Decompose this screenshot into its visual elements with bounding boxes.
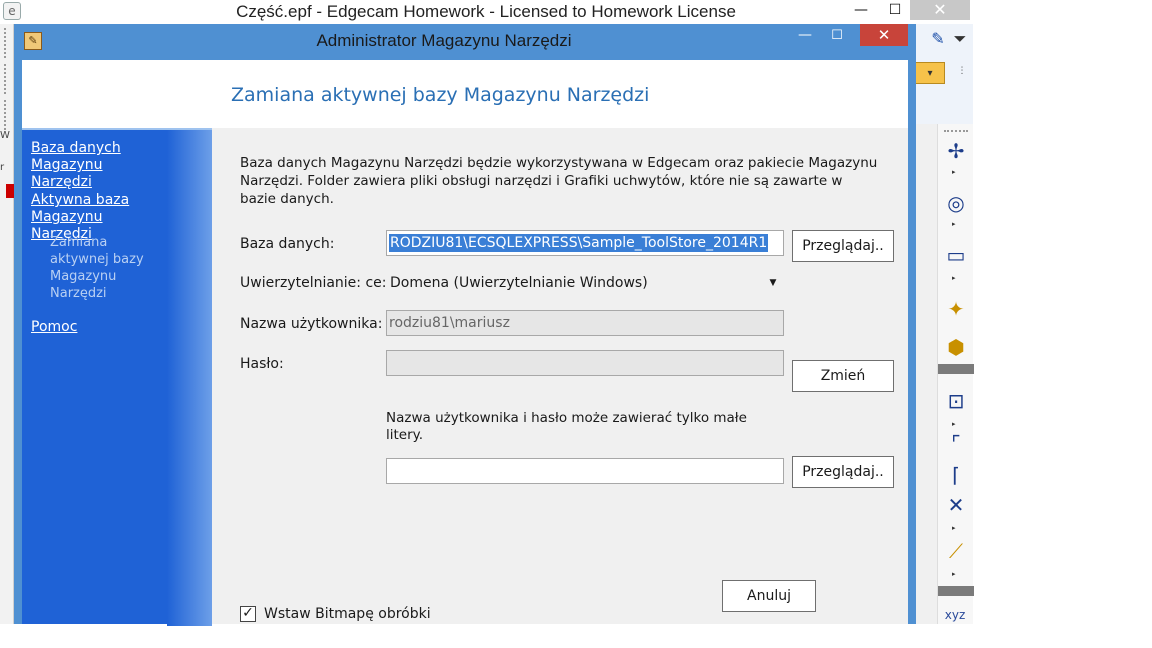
- trim-cross-tool-icon[interactable]: ✕: [942, 492, 970, 518]
- edgecam-close-button[interactable]: ✕: [910, 0, 970, 20]
- expand-arrow-icon[interactable]: ▸: [952, 420, 960, 428]
- panel-tab-label[interactable]: W: [0, 130, 10, 146]
- edgecam-maximize-button[interactable]: ☐: [880, 0, 910, 20]
- sidebar-link-help[interactable]: Pomoc: [31, 319, 77, 336]
- circle-tool-icon[interactable]: ◎: [942, 190, 970, 216]
- toolbar-band[interactable]: [938, 364, 974, 374]
- toolbar-separator: [944, 130, 968, 132]
- dialog-frame-left: [14, 60, 22, 624]
- edgecam-title-bar: e Część.epf - Edgecam Homework - License…: [0, 0, 972, 24]
- expand-arrow-icon[interactable]: ▸: [952, 524, 960, 532]
- rectangle-tool-icon[interactable]: ▭: [942, 242, 970, 268]
- sidebar-link-database[interactable]: Baza danych Magazynu Narzędzi: [31, 140, 161, 191]
- vertical-cad-toolbar: ✢ ▸ ◎ ▸ ▭ ▸ ✦ ⬢ ⊡ ▸ ⌜ ⌈ ✕ ▸ ⟋ ▸: [937, 124, 974, 624]
- point-tool-icon[interactable]: ✦: [942, 296, 970, 322]
- move-cross-tool-icon[interactable]: ✢: [942, 138, 970, 164]
- expand-arrow-icon[interactable]: ▸: [952, 274, 960, 282]
- dialog-minimize-button[interactable]: —: [792, 28, 818, 46]
- insert-bitmap-checkbox[interactable]: ✓: [240, 606, 256, 622]
- navigation-sidebar: Baza danych Magazynu Narzędzi Aktywna ba…: [22, 128, 212, 626]
- fillet-box-tool-icon[interactable]: ⊡: [942, 388, 970, 414]
- dropdown-button[interactable]: ▾: [915, 62, 945, 84]
- dialog-title: Administrator Magazynu Narzędzi: [316, 31, 572, 50]
- tool-store-administrator-dialog: ✎ Administrator Magazynu Narzędzi — ☐ ✕ …: [14, 24, 916, 626]
- expand-arrow-icon[interactable]: ▸: [952, 220, 960, 228]
- edit-pencil-icon[interactable]: ✎: [927, 28, 949, 50]
- authentication-label: Uwierzytelnianie: ce:: [240, 275, 387, 291]
- arc-corner-tool-icon[interactable]: ⌜: [942, 430, 970, 456]
- toolbar-band[interactable]: [938, 586, 974, 596]
- database-label: Baza danych:: [240, 236, 335, 252]
- toolbar-grip[interactable]: [4, 100, 6, 130]
- authentication-value: Domena (Uwierzytelnianie Windows): [390, 275, 648, 291]
- expand-arrow-icon[interactable]: ▸: [952, 570, 960, 578]
- chamfer-tool-icon[interactable]: ⌈: [942, 462, 970, 488]
- folder-input[interactable]: [386, 458, 784, 484]
- cancel-button[interactable]: Anuluj: [722, 580, 816, 612]
- edgecam-left-toolbar: W r: [0, 24, 14, 624]
- browse-database-button[interactable]: Przeglądaj..: [792, 230, 894, 262]
- dialog-maximize-button[interactable]: ☐: [824, 28, 850, 46]
- dialog-title-bar: ✎ Administrator Magazynu Narzędzi — ☐ ✕: [14, 24, 916, 60]
- username-input[interactable]: rodziu81\mariusz: [386, 310, 784, 336]
- database-value: RODZIU81\ECSQLEXPRESS\Sample_ToolStore_2…: [389, 234, 769, 252]
- password-input[interactable]: [386, 350, 784, 376]
- page-header: Zamiana aktywnej bazy Magazynu Narzędzi: [22, 60, 908, 128]
- dialog-close-button[interactable]: ✕: [860, 24, 908, 46]
- expand-arrow-icon[interactable]: ▸: [952, 168, 960, 176]
- toolbar-grip[interactable]: [4, 28, 6, 58]
- description-text: Baza danych Magazynu Narzędzi będzie wyk…: [240, 155, 878, 207]
- sidebar-current-step: Zamiana aktywnej bazy Magazynu Narzędzi: [50, 235, 144, 301]
- sidebar-gradient: [167, 130, 212, 626]
- insert-bitmap-label[interactable]: Wstaw Bitmapę obróbki: [264, 606, 431, 622]
- edit-line-tool-icon[interactable]: ⟋: [942, 538, 970, 564]
- username-label: Nazwa użytkownika:: [240, 316, 383, 332]
- authentication-select[interactable]: Domena (Uwierzytelnianie Windows) ▼: [386, 270, 784, 296]
- funnel-filter-icon[interactable]: ⏷: [949, 28, 971, 50]
- toolbar-grip[interactable]: [4, 64, 6, 94]
- edgecam-window-title: Część.epf - Edgecam Homework - Licensed …: [236, 2, 736, 21]
- browse-folder-button[interactable]: Przeglądaj..: [792, 456, 894, 488]
- chevron-down-icon[interactable]: ▼: [762, 270, 784, 296]
- xyz-coordinate-label[interactable]: xyz: [937, 608, 973, 624]
- error-marker-icon: [6, 184, 14, 198]
- main-content: Baza danych Magazynu Narzędzi będzie wyk…: [212, 128, 908, 624]
- edgecam-right-toolbar: ✎ ⏷ ▾ ⋮ ✢ ▸ ◎ ▸ ▭ ▸ ✦ ⬢ ⊡ ▸ ⌜ ⌈ ✕ ▸ ⟋ ▸ …: [910, 24, 974, 624]
- dialog-frame-right: [908, 60, 916, 624]
- username-password-note: Nazwa użytkownika i hasło może zawierać …: [386, 410, 747, 443]
- edgecam-minimize-button[interactable]: —: [846, 0, 876, 20]
- page-title: Zamiana aktywnej bazy Magazynu Narzędzi: [231, 84, 650, 106]
- toolbar-area: ✎ ⏷ ▾ ⋮: [911, 24, 973, 124]
- toolbar-overflow-icon[interactable]: ⋮: [955, 60, 969, 82]
- change-button[interactable]: Zmień: [792, 360, 894, 392]
- database-input[interactable]: RODZIU81\ECSQLEXPRESS\Sample_ToolStore_2…: [386, 230, 784, 256]
- panel-tab-label[interactable]: r: [0, 162, 10, 178]
- password-label: Hasło:: [240, 356, 284, 372]
- surface-tool-icon[interactable]: ⬢: [942, 334, 970, 360]
